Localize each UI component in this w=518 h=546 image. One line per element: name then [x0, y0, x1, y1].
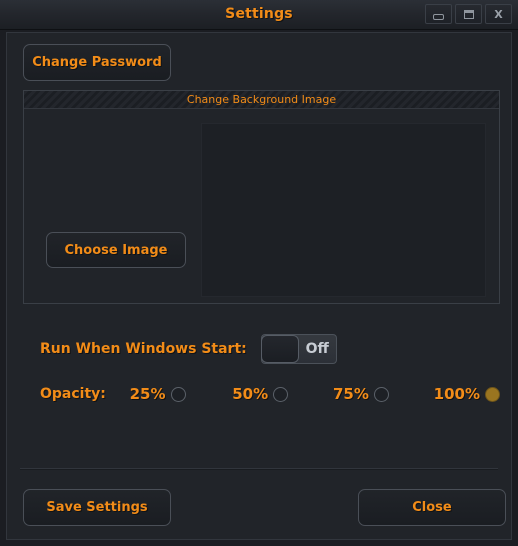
run-on-start-toggle[interactable]: Off — [260, 334, 337, 364]
opacity-radio-25[interactable] — [170, 386, 186, 402]
opacity-row: Opacity: 25% 50% 75% 100% — [23, 374, 500, 414]
opacity-option-25-label: 25% — [129, 385, 166, 403]
opacity-option-75[interactable]: 75% — [333, 385, 389, 403]
change-password-button[interactable]: Change Password — [23, 44, 171, 81]
opacity-radio-50[interactable] — [273, 386, 289, 402]
opacity-option-75-label: 75% — [332, 385, 369, 403]
footer-divider-shadow — [20, 469, 498, 470]
opacity-radio-75[interactable] — [373, 386, 389, 402]
group-header: Change Background Image — [24, 91, 499, 109]
minimize-button[interactable] — [425, 4, 452, 24]
change-background-image-group: Change Background Image Choose Image — [23, 90, 500, 304]
group-title: Change Background Image — [186, 93, 337, 106]
opacity-option-50-label: 50% — [232, 385, 269, 403]
settings-content: Change Password Change Background Image … — [8, 34, 510, 538]
close-icon: X — [494, 7, 503, 21]
close-dialog-button[interactable]: Close — [358, 489, 506, 526]
opacity-option-100-label: 100% — [433, 385, 480, 403]
opacity-label: Opacity: — [40, 386, 106, 402]
background-image-preview — [201, 123, 486, 297]
title-bar: Settings X — [0, 0, 518, 30]
settings-window: Settings X Change Password Change Backgr… — [0, 0, 518, 546]
group-body: Choose Image — [24, 109, 499, 303]
window-controls: X — [425, 4, 512, 24]
toggle-knob — [260, 334, 299, 363]
maximize-button[interactable] — [455, 4, 482, 24]
close-button[interactable]: X — [485, 4, 512, 24]
choose-image-button[interactable]: Choose Image — [46, 232, 186, 268]
window-bottom-edge — [0, 541, 518, 546]
minimize-icon — [433, 13, 444, 20]
save-settings-button[interactable]: Save Settings — [23, 489, 171, 526]
window-frame: Change Password Change Background Image … — [6, 32, 512, 540]
toggle-state-label: Off — [305, 341, 329, 357]
run-on-start-label: Run When Windows Start: — [40, 341, 247, 357]
opacity-option-25[interactable]: 25% — [130, 385, 186, 403]
opacity-radio-100[interactable] — [485, 386, 500, 402]
opacity-option-50[interactable]: 50% — [232, 385, 289, 403]
run-on-start-row: Run When Windows Start: Off — [23, 330, 500, 368]
maximize-icon — [463, 9, 474, 19]
opacity-option-100[interactable]: 100% — [434, 385, 500, 403]
